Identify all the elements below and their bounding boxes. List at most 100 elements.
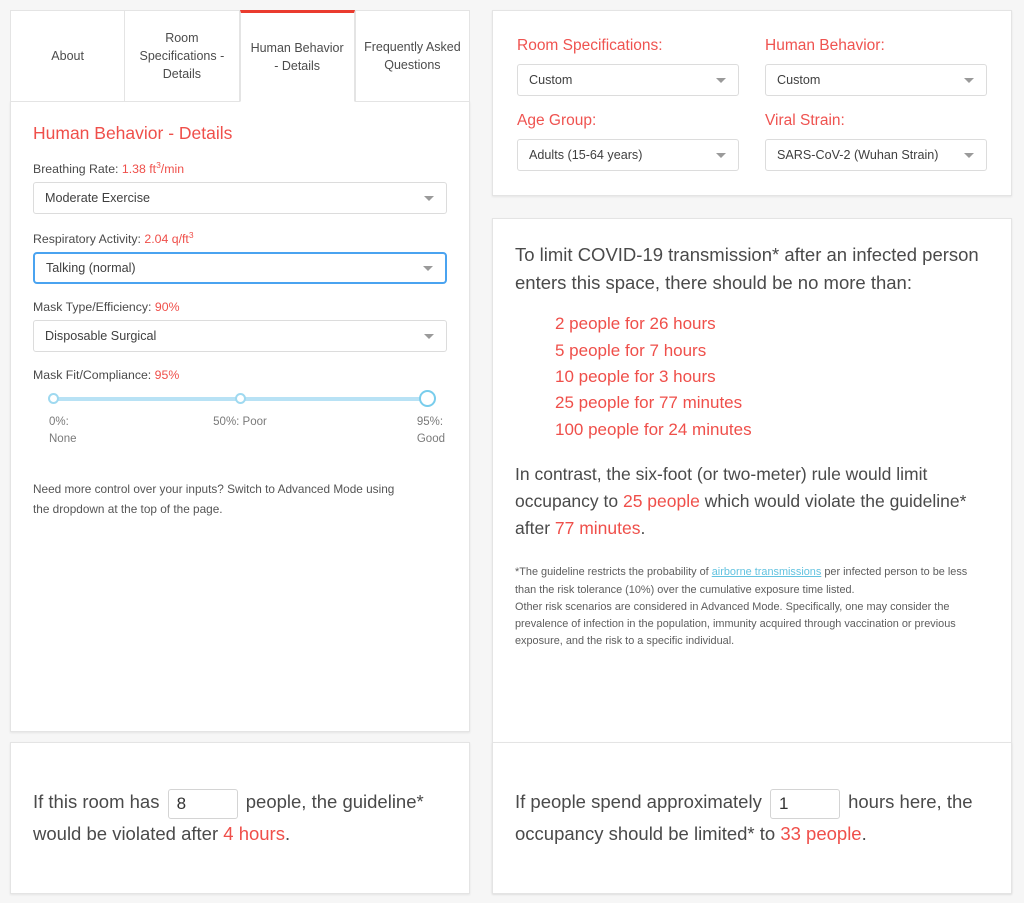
sentence-prefix: If this room has <box>33 791 160 813</box>
chevron-down-icon <box>964 153 974 158</box>
setting-room-specifications: Room Specifications: Custom <box>517 37 739 96</box>
slider-label-min: 0%: None <box>49 416 77 445</box>
list-item: 25 people for 77 minutes <box>555 393 743 413</box>
human-behavior-select[interactable]: Custom <box>765 64 987 96</box>
page-title: Human Behavior - Details <box>33 123 233 143</box>
human-behavior-panel: Human Behavior - Details Breathing Rate:… <box>10 101 470 732</box>
people-count-input[interactable] <box>167 788 238 819</box>
tab-frequently-asked-questions[interactable]: Frequently Asked Questions <box>354 10 470 102</box>
breathing-rate-select[interactable]: Moderate Exercise <box>33 182 447 215</box>
slider-label-mid: 50%: Poor <box>213 416 267 429</box>
footnote-text-pre: *The guideline restricts the probability… <box>515 566 712 579</box>
breathing-rate-label: Breathing Rate: 1.38 ft3/min <box>33 160 447 176</box>
age-group-label: Age Group: <box>517 112 597 129</box>
slider-scale-labels: 0%: None 50%: Poor 95%: Good <box>33 414 447 450</box>
violation-time-value: 4 hours <box>223 822 285 844</box>
label-text: Mask Type/Efficiency: <box>33 300 155 315</box>
footnote-line-1: *The guideline restricts the probability… <box>515 564 989 598</box>
setting-age-group: Age Group: Adults (15-64 years) <box>517 112 739 171</box>
room-specifications-label: Room Specifications: <box>517 37 663 54</box>
select-value: Disposable Surgical <box>45 329 157 344</box>
label-value: 90% <box>154 300 180 315</box>
label-text: Breathing Rate: <box>33 162 122 177</box>
slider-label-max: 95%: Good <box>416 416 445 445</box>
value-exponent: 3 <box>188 230 194 241</box>
select-value: Custom <box>777 73 821 87</box>
slider-tick-0[interactable] <box>47 393 59 405</box>
respiratory-activity-label: Respiratory Activity: 2.04 q/ft3 <box>33 230 447 246</box>
list-item: 2 people for 26 hours <box>555 314 716 334</box>
occupancy-limits-list: 2 people for 26 hours 5 people for 7 hou… <box>515 311 989 443</box>
occupancy-time-sentence: If this room has people, the guideline* … <box>33 787 447 848</box>
results-lead-text: To limit COVID-19 transmission* after an… <box>515 244 979 294</box>
chevron-down-icon <box>716 153 726 158</box>
chevron-down-icon <box>964 78 974 83</box>
select-value: Adults (15-64 years) <box>529 148 643 162</box>
viral-strain-select[interactable]: SARS-CoV-2 (Wuhan Strain) <box>765 139 987 171</box>
tab-bar: About Room Specifications - Details Huma… <box>10 10 470 102</box>
list-item: 10 people for 3 hours <box>555 366 716 386</box>
sentence-suffix: . <box>861 822 867 844</box>
tab-label: Human Behavior - Details <box>250 40 344 73</box>
tab-label: Frequently Asked Questions <box>364 39 461 72</box>
chevron-down-icon <box>424 334 434 340</box>
time-occupancy-calculator: If people spend approximately hours here… <box>492 742 1012 894</box>
list-item: 100 people for 24 minutes <box>555 419 752 439</box>
six-foot-rule-comparison: In contrast, the six-foot (or two-meter)… <box>515 461 989 542</box>
label-text: Mask Fit/Compliance: <box>33 368 155 383</box>
field-breathing-rate: Breathing Rate: 1.38 ft3/min Moderate Ex… <box>33 160 447 215</box>
label-text: Respiratory Activity: <box>33 232 145 247</box>
label-value: 2.04 q/ft3 <box>144 230 194 247</box>
slider-handle[interactable] <box>418 390 436 408</box>
field-respiratory-activity: Respiratory Activity: 2.04 q/ft3 Talking… <box>33 230 447 285</box>
viral-strain-label: Viral Strain: <box>765 112 845 129</box>
guideline-footnote: *The guideline restricts the probability… <box>515 564 989 650</box>
time-occupancy-sentence: If people spend approximately hours here… <box>515 787 989 848</box>
slider-tick-50[interactable] <box>234 393 246 405</box>
tab-about[interactable]: About <box>10 10 126 102</box>
age-group-select[interactable]: Adults (15-64 years) <box>517 139 739 171</box>
contrast-occupancy-value: 25 people <box>622 491 700 512</box>
field-mask-fit-compliance: Mask Fit/Compliance: 95% 0%: None 50%: P… <box>33 368 447 450</box>
respiratory-activity-select[interactable]: Talking (normal) <box>33 252 447 285</box>
label-value: 1.38 ft3/min <box>121 160 185 177</box>
advanced-mode-hint: Need more control over your inputs? Swit… <box>33 482 395 516</box>
mask-fit-label: Mask Fit/Compliance: 95% <box>33 368 447 382</box>
tab-label: Room Specifications - Details <box>139 30 225 82</box>
list-item: 5 people for 7 hours <box>555 340 707 360</box>
value-number: 1.38 ft <box>121 162 157 177</box>
occupancy-time-calculator: If this room has people, the guideline* … <box>10 742 470 894</box>
contrast-time-value: 77 minutes <box>554 518 641 539</box>
label-value: 95% <box>154 368 180 383</box>
setting-viral-strain: Viral Strain: SARS-CoV-2 (Wuhan Strain) <box>765 112 987 171</box>
tab-label: About <box>51 48 84 63</box>
settings-panel: Room Specifications: Custom Human Behavi… <box>492 10 1012 196</box>
value-unit: /min <box>160 162 185 177</box>
select-value: Moderate Exercise <box>45 191 150 206</box>
settings-grid: Room Specifications: Custom Human Behavi… <box>517 37 987 171</box>
chevron-down-icon <box>716 78 726 83</box>
chevron-down-icon <box>424 196 434 202</box>
contrast-text-3: . <box>640 518 646 539</box>
select-value: SARS-CoV-2 (Wuhan Strain) <box>777 148 939 162</box>
select-value: Talking (normal) <box>46 261 136 276</box>
tab-human-behavior-details[interactable]: Human Behavior - Details <box>239 10 355 102</box>
app-root: About Room Specifications - Details Huma… <box>0 0 1024 903</box>
hours-input[interactable] <box>769 788 840 819</box>
tab-room-specifications-details[interactable]: Room Specifications - Details <box>125 10 240 102</box>
setting-human-behavior: Human Behavior: Custom <box>765 37 987 96</box>
select-value: Custom <box>529 73 573 87</box>
chevron-down-icon <box>423 266 433 272</box>
bottom-row: If this room has people, the guideline* … <box>10 742 1014 894</box>
mask-type-label: Mask Type/Efficiency: 90% <box>33 300 447 314</box>
sentence-prefix: If people spend approximately <box>515 791 762 813</box>
footnote-line-2: Other risk scenarios are considered in A… <box>515 600 956 648</box>
room-specifications-select[interactable]: Custom <box>517 64 739 96</box>
human-behavior-label: Human Behavior: <box>765 37 885 54</box>
value-number: 2.04 q/ft <box>144 232 189 247</box>
field-mask-type-efficiency: Mask Type/Efficiency: 90% Disposable Sur… <box>33 300 447 353</box>
occupancy-limit-value: 33 people <box>780 822 862 844</box>
mask-type-select[interactable]: Disposable Surgical <box>33 320 447 353</box>
airborne-transmissions-link[interactable]: airborne transmissions <box>712 566 822 578</box>
mask-fit-slider[interactable] <box>47 388 436 410</box>
